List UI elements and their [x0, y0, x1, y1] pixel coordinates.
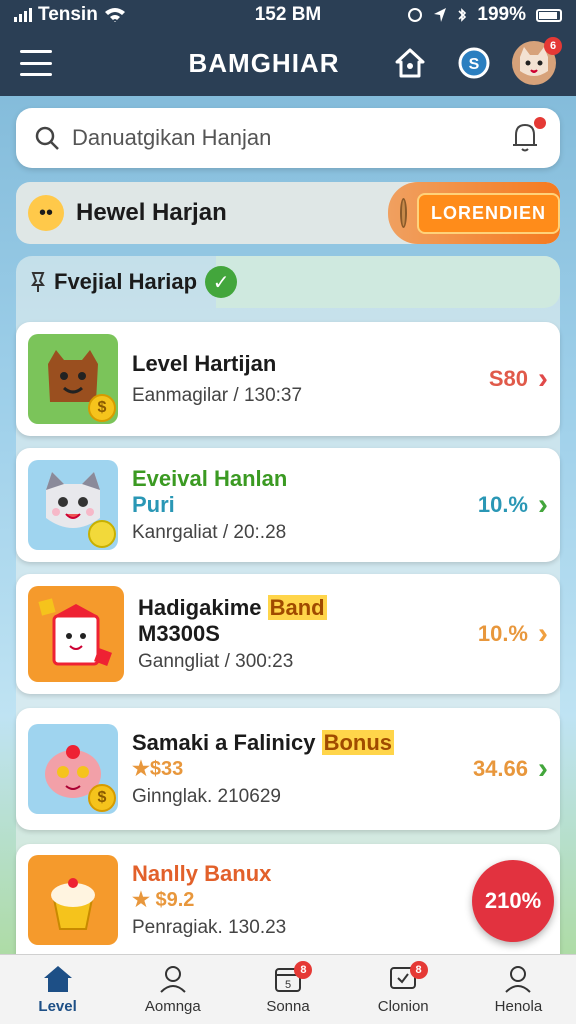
app-header: BAMGHIAR S 6: [0, 30, 576, 96]
svg-text:S: S: [469, 56, 480, 73]
nav-label: Sonna: [266, 998, 310, 1015]
banner-button[interactable]: LORENDIEN: [416, 192, 560, 234]
avatar[interactable]: 6: [512, 37, 562, 85]
sync-icon[interactable]: S: [454, 43, 494, 83]
item-value: 10.%: [477, 621, 528, 646]
cookie-icon: [400, 198, 407, 228]
alarm-icon: [408, 8, 423, 22]
status-bar: Tensin 152 BM 199%: [0, 0, 576, 30]
gift-box-icon: [28, 586, 124, 682]
nav-badge: 8: [294, 961, 313, 979]
chevron-right-icon: ›: [538, 752, 548, 785]
notification-badge: 6: [544, 37, 562, 55]
clock: 152 BM: [254, 4, 322, 25]
section-header: Fvejial Hariap ✓: [16, 256, 560, 308]
carrier-label: Tensin: [38, 4, 98, 25]
item-title: Samaki a Falinicy Bonus: [132, 730, 395, 755]
nav-item-level[interactable]: Level: [0, 955, 115, 1024]
wifi-icon: [104, 8, 125, 22]
menu-icon[interactable]: [20, 50, 52, 76]
svg-text:5: 5: [285, 979, 291, 991]
nav-label: Henola: [494, 998, 543, 1015]
coin-icon: $: [88, 784, 116, 812]
cat-icon: [28, 460, 118, 550]
item-value: S80: [488, 366, 528, 391]
nav-item-henola[interactable]: Henola: [461, 955, 576, 1024]
coin-icon: [88, 520, 116, 548]
item-subtitle: Ganngliat / 300:23: [138, 651, 294, 672]
bluetooth-icon: [458, 8, 467, 22]
nav-label: Clonion: [377, 998, 429, 1015]
list-item[interactable]: Eveival Hanlan Puri Kanrgaliat / 20:.28 …: [16, 448, 560, 562]
item-title-2: Puri: [132, 492, 175, 517]
item-subtitle: Eanmagilar / 130:37: [132, 385, 303, 406]
item-subtitle: Ginnglak. 210629: [132, 786, 281, 807]
nav-item-sonna[interactable]: 5 8 Sonna: [230, 955, 345, 1024]
cake-icon: $: [28, 724, 118, 814]
nav-label: Level: [38, 998, 77, 1015]
nav-badge: 8: [409, 961, 428, 979]
signal-icon: [14, 8, 32, 22]
item-value: 34.66: [472, 756, 528, 781]
nav-label: Aomnga: [144, 998, 201, 1015]
item-title-highlight: Bonus: [321, 730, 395, 755]
item-title: Eveival Hanlan: [132, 466, 288, 491]
coin-icon: $: [88, 394, 116, 422]
item-subtitle: Kanrgaliat / 20:.28: [132, 522, 287, 543]
item-title: Level Hartijan: [132, 351, 277, 376]
nav-item-aomnga[interactable]: Aomnga: [115, 955, 230, 1024]
battery-icon: [536, 8, 562, 22]
item-title-highlight: Band: [267, 595, 327, 620]
search-icon: [35, 126, 59, 150]
chevron-right-icon: ›: [538, 617, 548, 650]
location-icon: [434, 8, 447, 22]
app-title: BAMGHIAR: [188, 47, 340, 78]
chevron-right-icon: ›: [538, 362, 548, 395]
chevron-right-icon: ›: [538, 488, 548, 521]
smiley-icon: ••: [28, 195, 64, 231]
item-title-2: ★$33: [132, 758, 184, 780]
search-bar[interactable]: [16, 108, 560, 168]
bell-icon[interactable]: [508, 116, 546, 158]
bear-icon: $: [28, 334, 118, 424]
cupcake-icon: [28, 855, 118, 945]
home-outline-icon[interactable]: [390, 43, 430, 83]
section-title: Fvejial Hariap: [54, 269, 198, 294]
list-item[interactable]: Hadigakime Band M3300S Ganngliat / 300:2…: [16, 574, 560, 694]
list-item[interactable]: $ Samaki a Falinicy Bonus ★$33 Ginnglak.…: [16, 708, 560, 830]
nav-item-clonion[interactable]: 8 Clonion: [346, 955, 461, 1024]
search-input[interactable]: [72, 125, 508, 151]
daily-banner: •• Hewel Harjan LORENDIEN: [16, 182, 560, 244]
item-value: 10.%: [477, 492, 528, 517]
item-title-2: M3300S: [138, 621, 220, 646]
item-title: Hadigakime Band: [138, 595, 327, 620]
bell-badge: [534, 116, 546, 129]
check-icon: ✓: [205, 266, 238, 298]
user-icon: [160, 966, 186, 993]
list-item[interactable]: $ Level Hartijan Eanmagilar / 130:37 S80…: [16, 322, 560, 436]
home-icon: [43, 966, 72, 992]
pin-icon: [31, 272, 45, 292]
battery-percent: 199%: [477, 4, 526, 25]
bottom-nav: Level Aomnga 5 8 Sonna 8 Clonion Henola: [0, 954, 576, 1024]
floating-action-button[interactable]: 210%: [472, 860, 554, 942]
profile-icon: [505, 966, 532, 993]
